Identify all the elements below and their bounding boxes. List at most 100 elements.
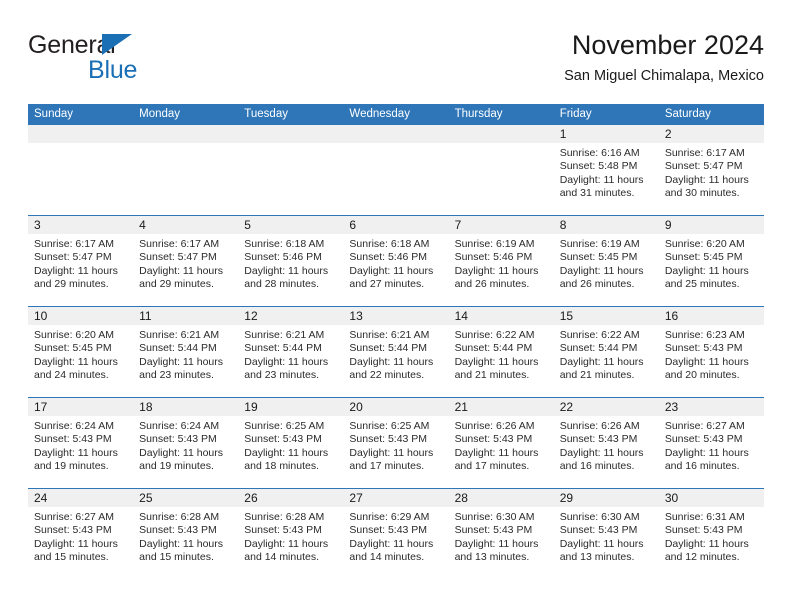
daylight-duration-line1: Daylight: 11 hours (559, 264, 644, 277)
calendar-day-cell[interactable]: 22 Sunrise: 6:26 AM Sunset: 5:43 PM Dayligh… (553, 397, 659, 489)
sunrise-time: Sunrise: 6:18 AM (244, 238, 325, 250)
sunrise-time: Sunrise: 6:21 AM (244, 329, 325, 341)
day-cell-inner (448, 125, 554, 215)
sunrise-time: Sunrise: 6:26 AM (559, 420, 640, 432)
calendar-day-cell[interactable]: 3 Sunrise: 6:17 AM Sunset: 5:47 PM Daylight… (28, 215, 134, 307)
daylight-duration-line1: Daylight: 11 hours (559, 355, 644, 368)
calendar-day-cell[interactable]: 23 Sunrise: 6:27 AM Sunset: 5:43 PM Dayligh… (658, 397, 764, 489)
calendar-day-cell[interactable]: 8 Sunrise: 6:19 AM Sunset: 5:45 PM Daylight… (553, 215, 659, 307)
daylight-duration-line2: and 20 minutes. (664, 369, 740, 382)
sunset-time: Sunset: 5:46 PM (454, 251, 533, 264)
calendar-day-cell[interactable]: 1 Sunrise: 6:16 AM Sunset: 5:48 PM Daylight… (553, 125, 659, 216)
sunrise-time: Sunrise: 6:18 AM (349, 238, 430, 250)
daylight-duration-line2: and 26 minutes. (454, 278, 530, 291)
calendar-empty-cell (238, 125, 344, 216)
calendar-day-cell[interactable]: 12 Sunrise: 6:21 AM Sunset: 5:44 PM Dayligh… (238, 306, 344, 398)
calendar-day-cell[interactable]: 13 Sunrise: 6:21 AM Sunset: 5:44 PM Dayligh… (343, 306, 449, 398)
day-number: 17 (28, 398, 134, 416)
calendar-day-cell[interactable]: 6 Sunrise: 6:18 AM Sunset: 5:46 PM Daylight… (343, 215, 449, 307)
calendar-week-row: 1 Sunrise: 6:16 AM Sunset: 5:48 PM Daylight… (28, 125, 764, 216)
sunset-time: Sunset: 5:45 PM (664, 251, 743, 264)
day-details: Sunrise: 6:17 AM Sunset: 5:47 PM Daylight:… (133, 234, 238, 292)
sunrise-time: Sunrise: 6:19 AM (454, 238, 535, 250)
daylight-duration-line1: Daylight: 11 hours (244, 446, 329, 459)
calendar-day-cell[interactable]: 20 Sunrise: 6:25 AM Sunset: 5:43 PM Dayligh… (343, 397, 449, 489)
triangle-icon (102, 34, 132, 55)
sunset-time: Sunset: 5:46 PM (349, 251, 428, 264)
calendar-day-cell[interactable]: 24 Sunrise: 6:27 AM Sunset: 5:43 PM Dayligh… (28, 488, 134, 579)
day-details: Sunrise: 6:30 AM Sunset: 5:43 PM Daylight:… (554, 507, 659, 565)
daylight-duration-line2: and 22 minutes. (349, 369, 425, 382)
daylight-duration-line2: and 29 minutes. (139, 278, 214, 291)
sunrise-time: Sunrise: 6:26 AM (454, 420, 535, 432)
sunset-time: Sunset: 5:47 PM (139, 251, 217, 264)
daylight-duration-line2: and 23 minutes. (139, 369, 214, 382)
weekday-header-monday: Monday (133, 104, 239, 125)
calendar-day-cell[interactable]: 26 Sunrise: 6:28 AM Sunset: 5:43 PM Dayligh… (238, 488, 344, 579)
daylight-duration-line2: and 21 minutes. (454, 369, 530, 382)
calendar-day-cell[interactable]: 30 Sunrise: 6:31 AM Sunset: 5:43 PM Dayligh… (658, 488, 764, 579)
calendar-day-cell[interactable]: 2 Sunrise: 6:17 AM Sunset: 5:47 PM Daylight… (658, 125, 764, 216)
calendar-day-cell[interactable]: 18 Sunrise: 6:24 AM Sunset: 5:43 PM Dayligh… (133, 397, 239, 489)
day-cell-inner: 17 Sunrise: 6:24 AM Sunset: 5:43 PM Dayligh… (28, 398, 134, 488)
daylight-duration-line1: Daylight: 11 hours (664, 173, 749, 186)
calendar-day-cell[interactable]: 28 Sunrise: 6:30 AM Sunset: 5:43 PM Dayligh… (448, 488, 554, 579)
day-details: Sunrise: 6:28 AM Sunset: 5:43 PM Daylight:… (133, 507, 238, 565)
sunset-time: Sunset: 5:43 PM (139, 433, 217, 446)
calendar-day-cell[interactable]: 14 Sunrise: 6:22 AM Sunset: 5:44 PM Dayligh… (448, 306, 554, 398)
sunset-time: Sunset: 5:45 PM (559, 251, 638, 264)
day-details: Sunrise: 6:20 AM Sunset: 5:45 PM Daylight:… (659, 234, 764, 292)
calendar-day-cell[interactable]: 29 Sunrise: 6:30 AM Sunset: 5:43 PM Dayligh… (553, 488, 659, 579)
day-number: 11 (133, 307, 239, 325)
sunset-time: Sunset: 5:44 PM (559, 342, 638, 355)
sunrise-time: Sunrise: 6:30 AM (454, 511, 535, 523)
daylight-duration-line2: and 13 minutes. (559, 551, 635, 564)
general-blue-logo[interactable]: General Blue (28, 30, 238, 88)
day-details: Sunrise: 6:25 AM Sunset: 5:43 PM Daylight:… (238, 416, 343, 474)
day-number: 10 (28, 307, 134, 325)
calendar-day-cell[interactable]: 4 Sunrise: 6:17 AM Sunset: 5:47 PM Daylight… (133, 215, 239, 307)
day-number: 13 (343, 307, 449, 325)
calendar-day-cell[interactable]: 27 Sunrise: 6:29 AM Sunset: 5:43 PM Dayligh… (343, 488, 449, 579)
sunset-time: Sunset: 5:43 PM (244, 433, 322, 446)
calendar-day-cell[interactable]: 17 Sunrise: 6:24 AM Sunset: 5:43 PM Dayligh… (28, 397, 134, 489)
daylight-duration-line1: Daylight: 11 hours (34, 355, 118, 368)
calendar-page: General Blue November 2024 San Miguel Ch… (0, 0, 792, 612)
sunset-time: Sunset: 5:46 PM (244, 251, 322, 264)
day-cell-inner: 15 Sunrise: 6:22 AM Sunset: 5:44 PM Dayligh… (553, 307, 659, 397)
day-number: 2 (658, 125, 764, 143)
day-cell-inner: 2 Sunrise: 6:17 AM Sunset: 5:47 PM Daylight… (658, 125, 764, 215)
calendar-day-cell[interactable]: 19 Sunrise: 6:25 AM Sunset: 5:43 PM Dayligh… (238, 397, 344, 489)
daylight-duration-line2: and 14 minutes. (244, 551, 319, 564)
day-details: Sunrise: 6:24 AM Sunset: 5:43 PM Daylight:… (28, 416, 133, 474)
day-cell-inner: 19 Sunrise: 6:25 AM Sunset: 5:43 PM Dayligh… (238, 398, 344, 488)
day-details: Sunrise: 6:29 AM Sunset: 5:43 PM Daylight:… (343, 507, 448, 565)
day-details: Sunrise: 6:21 AM Sunset: 5:44 PM Daylight:… (133, 325, 238, 383)
day-number: 1 (553, 125, 659, 143)
logo-text-blue: Blue (88, 56, 138, 84)
calendar-day-cell[interactable]: 5 Sunrise: 6:18 AM Sunset: 5:46 PM Daylight… (238, 215, 344, 307)
day-number: 27 (343, 489, 449, 507)
calendar-day-cell[interactable]: 15 Sunrise: 6:22 AM Sunset: 5:44 PM Dayligh… (553, 306, 659, 398)
calendar-day-cell[interactable]: 11 Sunrise: 6:21 AM Sunset: 5:44 PM Dayligh… (133, 306, 239, 398)
sunrise-time: Sunrise: 6:20 AM (34, 329, 114, 341)
calendar-day-cell[interactable]: 16 Sunrise: 6:23 AM Sunset: 5:43 PM Dayligh… (658, 306, 764, 398)
daylight-duration-line1: Daylight: 11 hours (139, 446, 223, 459)
calendar-day-cell[interactable]: 9 Sunrise: 6:20 AM Sunset: 5:45 PM Daylight… (658, 215, 764, 307)
sunrise-sunset-calendar: Sunday Monday Tuesday Wednesday Thursday… (28, 104, 764, 579)
calendar-day-cell[interactable]: 7 Sunrise: 6:19 AM Sunset: 5:46 PM Daylight… (448, 215, 554, 307)
day-details: Sunrise: 6:21 AM Sunset: 5:44 PM Daylight:… (238, 325, 343, 383)
day-number: 12 (238, 307, 344, 325)
day-number: 7 (448, 216, 554, 234)
sunset-time: Sunset: 5:44 PM (349, 342, 428, 355)
daylight-duration-line2: and 16 minutes. (664, 460, 740, 473)
day-details: Sunrise: 6:24 AM Sunset: 5:43 PM Daylight:… (133, 416, 238, 474)
calendar-day-cell[interactable]: 10 Sunrise: 6:20 AM Sunset: 5:45 PM Dayligh… (28, 306, 134, 398)
day-number (343, 125, 449, 143)
day-number: 3 (28, 216, 134, 234)
daylight-duration-line1: Daylight: 11 hours (349, 446, 434, 459)
day-number: 26 (238, 489, 344, 507)
daylight-duration-line1: Daylight: 11 hours (349, 264, 434, 277)
calendar-day-cell[interactable]: 21 Sunrise: 6:26 AM Sunset: 5:43 PM Dayligh… (448, 397, 554, 489)
calendar-day-cell[interactable]: 25 Sunrise: 6:28 AM Sunset: 5:43 PM Dayligh… (133, 488, 239, 579)
